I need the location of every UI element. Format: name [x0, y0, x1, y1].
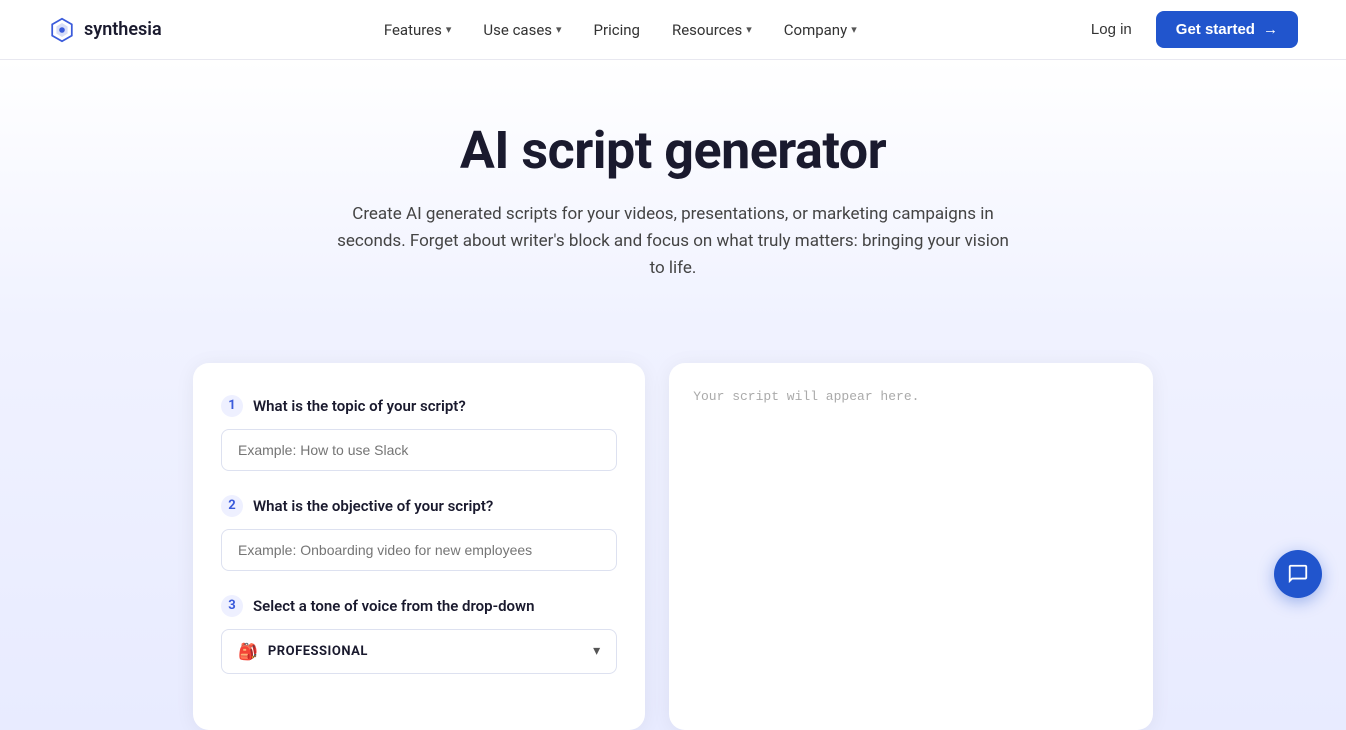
nav-pricing[interactable]: Pricing	[580, 13, 654, 47]
synthesia-logo-icon	[48, 16, 76, 44]
resources-chevron-icon: ▾	[746, 23, 752, 36]
section-2-label: 2 What is the objective of your script?	[221, 495, 617, 517]
section-2-number: 2	[221, 495, 243, 517]
nav-features[interactable]: Features ▾	[370, 13, 466, 47]
script-output: Your script will appear here.	[693, 387, 1129, 408]
logo-text: synthesia	[84, 19, 162, 40]
topic-input[interactable]	[221, 429, 617, 471]
tone-dropdown[interactable]: 🎒 PROFESSIONAL ▾	[221, 629, 617, 674]
section-3-label: 3 Select a tone of voice from the drop-d…	[221, 595, 617, 617]
section-2-question: What is the objective of your script?	[253, 497, 493, 515]
nav-right: Log in Get started →	[1079, 11, 1298, 48]
section-1-question: What is the topic of your script?	[253, 397, 466, 415]
section-1-label: 1 What is the topic of your script?	[221, 395, 617, 417]
hero-subtitle: Create AI generated scripts for your vid…	[333, 201, 1013, 283]
nav-center: Features ▾ Use cases ▾ Pricing Resources…	[370, 13, 871, 47]
objective-input[interactable]	[221, 529, 617, 571]
card-container: 1 What is the topic of your script? 2 Wh…	[193, 363, 1153, 730]
nav-use-cases[interactable]: Use cases ▾	[469, 13, 575, 47]
features-chevron-icon: ▾	[446, 23, 452, 36]
get-started-arrow-icon: →	[1263, 21, 1278, 38]
chat-bubble-button[interactable]	[1274, 550, 1322, 598]
section-1-number: 1	[221, 395, 243, 417]
get-started-button[interactable]: Get started →	[1156, 11, 1298, 48]
nav-resources[interactable]: Resources ▾	[658, 13, 766, 47]
form-section-2: 2 What is the objective of your script?	[221, 495, 617, 571]
chat-icon	[1287, 563, 1309, 585]
tone-dropdown-icon: 🎒	[238, 642, 258, 661]
use-cases-chevron-icon: ▾	[556, 23, 562, 36]
tone-dropdown-value: PROFESSIONAL	[268, 644, 368, 659]
form-section-1: 1 What is the topic of your script?	[221, 395, 617, 471]
nav-company[interactable]: Company ▾	[770, 13, 871, 47]
login-button[interactable]: Log in	[1079, 13, 1144, 46]
section-3-question: Select a tone of voice from the drop-dow…	[253, 597, 534, 615]
logo-link[interactable]: synthesia	[48, 16, 162, 44]
section-3-number: 3	[221, 595, 243, 617]
main-content: 1 What is the topic of your script? 2 Wh…	[0, 323, 1346, 730]
left-card: 1 What is the topic of your script? 2 Wh…	[193, 363, 645, 730]
hero-section: AI script generator Create AI generated …	[0, 60, 1346, 323]
navbar: synthesia Features ▾ Use cases ▾ Pricing…	[0, 0, 1346, 60]
tone-chevron-icon: ▾	[593, 643, 600, 659]
form-section-3: 3 Select a tone of voice from the drop-d…	[221, 595, 617, 674]
right-card: Your script will appear here.	[669, 363, 1153, 730]
company-chevron-icon: ▾	[851, 23, 857, 36]
hero-title: AI script generator	[24, 120, 1322, 181]
